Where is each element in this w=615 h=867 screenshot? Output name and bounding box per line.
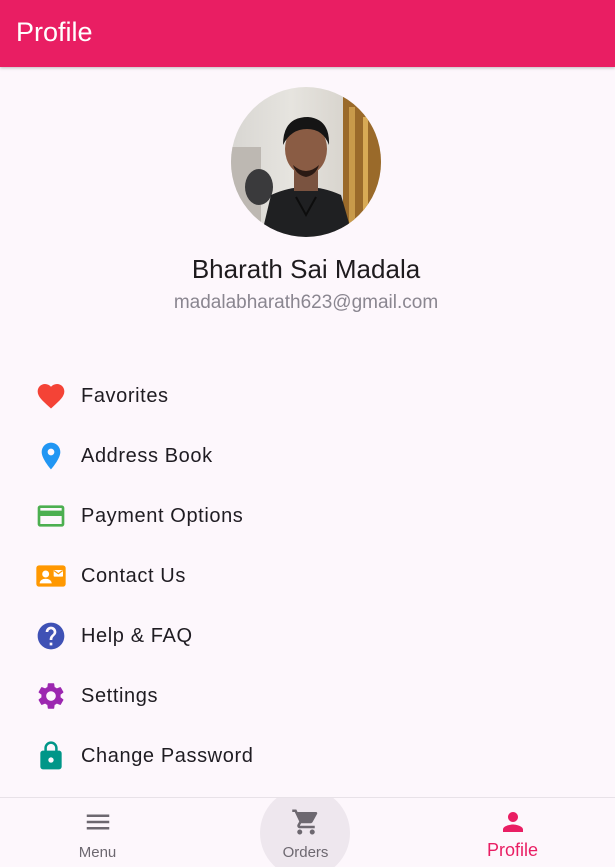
menu-item-settings[interactable]: Settings: [0, 668, 615, 724]
bottom-navigation: Menu Orders Profile: [0, 797, 615, 867]
credit-card-icon: [35, 500, 67, 532]
nav-profile[interactable]: Profile: [410, 798, 615, 867]
menu-icon: [83, 807, 113, 837]
page-title: Profile: [16, 17, 93, 47]
menu-item-contact-us[interactable]: Contact Us: [0, 548, 615, 604]
menu-item-favorites[interactable]: Favorites: [0, 368, 615, 424]
profile-email: madalabharath623@gmail.com: [173, 292, 439, 313]
avatar[interactable]: [231, 87, 381, 237]
help-icon: [35, 620, 67, 652]
nav-orders[interactable]: Orders: [203, 798, 408, 867]
location-pin-icon: [35, 440, 67, 472]
person-icon: [498, 807, 528, 837]
menu-item-help-faq[interactable]: Help & FAQ: [0, 608, 615, 664]
menu-item-label: Change Password: [81, 745, 254, 767]
lock-icon: [35, 740, 67, 772]
menu-item-label: Favorites: [81, 385, 169, 407]
nav-label: Orders: [282, 844, 329, 861]
menu-item-label: Help & FAQ: [81, 625, 193, 647]
gear-icon: [35, 680, 67, 712]
heart-icon: [35, 380, 67, 412]
profile-name: Bharath Sai Madala: [191, 254, 421, 284]
menu-item-label: Contact Us: [81, 565, 186, 587]
contact-card-icon: [35, 560, 67, 592]
menu-item-label: Address Book: [81, 445, 213, 467]
menu-item-change-password[interactable]: Change Password: [0, 728, 615, 784]
menu-item-label: Payment Options: [81, 505, 244, 527]
menu-item-label: Settings: [81, 685, 159, 707]
nav-label: Profile: [486, 840, 539, 860]
menu-item-address-book[interactable]: Address Book: [0, 428, 615, 484]
app-bar: Profile: [0, 0, 615, 67]
nav-label: Menu: [78, 844, 117, 861]
nav-menu[interactable]: Menu: [0, 798, 200, 867]
cart-icon: [291, 807, 321, 837]
menu-item-payment-options[interactable]: Payment Options: [0, 488, 615, 544]
